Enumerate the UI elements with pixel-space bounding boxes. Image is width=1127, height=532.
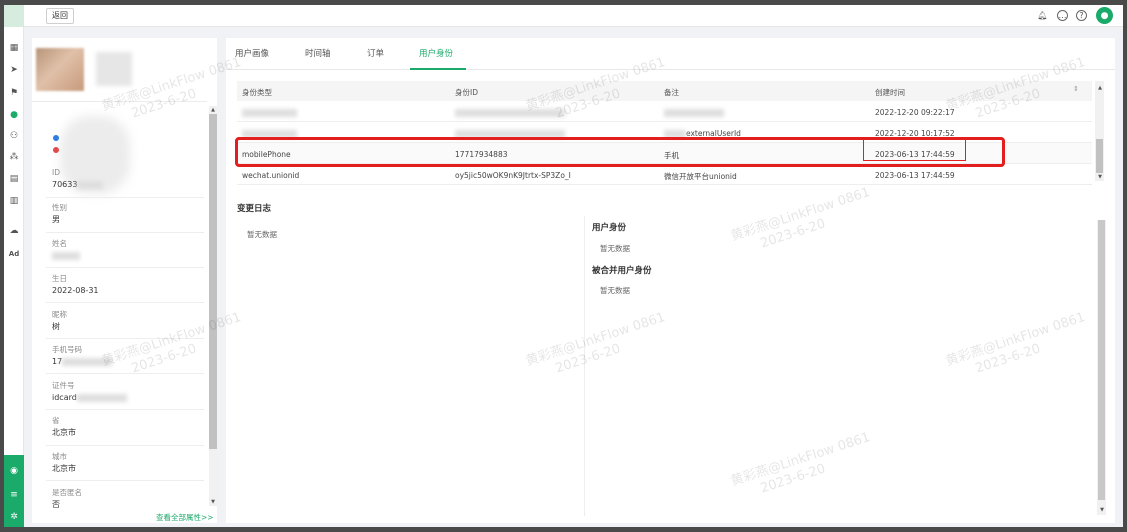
bell-icon[interactable]: 🔔︎ bbox=[1037, 10, 1048, 21]
message-icon[interactable]: … bbox=[1057, 10, 1068, 21]
divider bbox=[584, 216, 585, 516]
prop-phone-value: 17 bbox=[52, 357, 63, 366]
tab-user-portrait[interactable]: 用户画像 bbox=[235, 47, 269, 59]
channel-icon bbox=[53, 135, 59, 141]
table-row[interactable]: wechat.unionid oy5jic50wOK9nK9Jtrtx-SP3Z… bbox=[237, 164, 1092, 185]
group-icon[interactable]: ⁂ bbox=[8, 151, 20, 163]
table-scrollbar[interactable]: ▲ ▼ bbox=[1095, 81, 1104, 181]
identity-id: oy5jic50wOK9nK9Jtrtx-SP3Zo_I bbox=[455, 171, 571, 180]
user-avatar[interactable]: ● bbox=[1096, 7, 1113, 24]
prop-name: 姓名 bbox=[52, 239, 204, 261]
account-icon[interactable]: ◉ bbox=[8, 465, 20, 477]
prop-id: ID 70633 bbox=[52, 168, 204, 190]
channel-icon bbox=[53, 147, 59, 153]
tab-user-identity[interactable]: 用户身份 bbox=[419, 47, 453, 59]
merged-identity-title: 被合并用户身份 bbox=[592, 266, 652, 276]
scroll-down-icon[interactable]: ▼ bbox=[209, 498, 217, 506]
prop-id-card: 证件号 idcard bbox=[52, 381, 204, 403]
help-icon[interactable]: ? bbox=[1076, 10, 1087, 21]
created-time: 2023-06-13 17:44:59 bbox=[875, 171, 955, 180]
scroll-up-icon[interactable]: ▲ bbox=[1096, 84, 1104, 92]
col-identity-id[interactable]: 身份ID bbox=[455, 87, 478, 98]
scroll-thumb[interactable] bbox=[1096, 139, 1103, 173]
tab-orders[interactable]: 订单 bbox=[367, 47, 384, 59]
col-note[interactable]: 备注 bbox=[664, 87, 679, 98]
app-window: ▦ ➤ ⚑ ● ⚇ ⁂ ▤ ▥ ☁ Ad ◉ ≡ ✲ 返回 🔔︎ … ? ● I… bbox=[4, 5, 1123, 527]
change-log-title: 变更日志 bbox=[237, 204, 272, 214]
content-scrollbar[interactable]: ▼ bbox=[1097, 220, 1106, 515]
prop-phone: 手机号码 17 bbox=[52, 345, 204, 367]
tab-timeline[interactable]: 时间轴 bbox=[305, 47, 331, 59]
table-row[interactable]: 2022-12-20 09:22:17 bbox=[237, 101, 1092, 122]
profile-scrollbar[interactable]: ▲ ▼ bbox=[209, 106, 217, 506]
scroll-thumb[interactable] bbox=[209, 114, 217, 449]
rail-bottom: ◉ ≡ ✲ bbox=[4, 455, 24, 527]
bar-chart-icon[interactable]: ▥ bbox=[8, 195, 20, 207]
highlight-cell-annotation bbox=[863, 139, 966, 161]
scroll-down-icon[interactable]: ▼ bbox=[1098, 506, 1106, 514]
prop-province: 省 北京市 bbox=[52, 416, 76, 437]
change-log-empty: 暂无数据 bbox=[247, 230, 277, 239]
users-icon[interactable]: ⚇ bbox=[8, 130, 20, 142]
prop-nickname: 昵称 树 bbox=[52, 310, 67, 331]
avatar bbox=[36, 48, 84, 91]
settings-icon[interactable]: ✲ bbox=[8, 511, 20, 523]
col-identity-type[interactable]: 身份类型 bbox=[242, 87, 272, 98]
flag-icon[interactable]: ⚑ bbox=[8, 87, 20, 99]
send-icon[interactable]: ➤ bbox=[8, 64, 20, 76]
prop-id-card-value: idcard bbox=[52, 393, 77, 402]
prop-city: 城市 北京市 bbox=[52, 452, 76, 473]
col-created-time[interactable]: 创建时间 bbox=[875, 87, 905, 98]
prop-birthday: 生日 2022-08-31 bbox=[52, 274, 99, 295]
chat-icon[interactable]: ☁ bbox=[8, 225, 20, 237]
see-all-properties-link[interactable]: 查看全部属性>> bbox=[156, 512, 214, 523]
table-header: 身份类型 身份ID 备注 创建时间 ⇕ bbox=[237, 81, 1092, 101]
back-button[interactable]: 返回 bbox=[46, 8, 74, 24]
merged-identity-empty: 暂无数据 bbox=[600, 286, 630, 295]
menu-icon[interactable]: ≡ bbox=[8, 489, 20, 501]
prop-id-value: 70633 bbox=[52, 180, 78, 189]
ad-icon[interactable]: Ad bbox=[8, 248, 20, 260]
chart-icon[interactable]: ▦ bbox=[8, 42, 20, 54]
user-identity-title: 用户身份 bbox=[592, 223, 627, 233]
scroll-down-icon[interactable]: ▼ bbox=[1096, 173, 1104, 181]
identity-note: 微信开放平台unionid bbox=[664, 172, 737, 181]
active-tab-indicator bbox=[410, 68, 466, 70]
identity-type: wechat.unionid bbox=[242, 171, 300, 180]
user-identity-empty: 暂无数据 bbox=[600, 244, 630, 253]
created-time: 2022-12-20 09:22:17 bbox=[875, 108, 955, 117]
logo bbox=[4, 5, 24, 27]
sort-icon[interactable]: ⇕ bbox=[1073, 85, 1079, 93]
nav-rail: ▦ ➤ ⚑ ● ⚇ ⁂ ▤ ▥ ☁ Ad ◉ ≡ ✲ bbox=[4, 5, 24, 527]
scroll-thumb[interactable] bbox=[1098, 220, 1105, 500]
profile-panel: ID 70633 性别 男 姓名 生日 2022-08-31 昵称 树 手机号码… bbox=[32, 38, 217, 523]
tab-bar: 用户画像 时间轴 订单 用户身份 bbox=[226, 38, 1115, 70]
main-panel: 用户画像 时间轴 订单 用户身份 身份类型 身份ID 备注 创建时间 ⇕ 202… bbox=[226, 38, 1115, 523]
divider bbox=[32, 101, 207, 102]
scroll-up-icon[interactable]: ▲ bbox=[209, 106, 217, 114]
book-icon[interactable]: ▤ bbox=[8, 173, 20, 185]
prop-anonymous: 是否匿名 否 bbox=[52, 488, 82, 509]
user-name-blurred bbox=[96, 52, 132, 86]
prop-gender: 性别 男 bbox=[52, 203, 67, 224]
user-icon[interactable]: ● bbox=[8, 109, 20, 121]
top-bar: 返回 🔔︎ … ? ● bbox=[24, 5, 1123, 27]
